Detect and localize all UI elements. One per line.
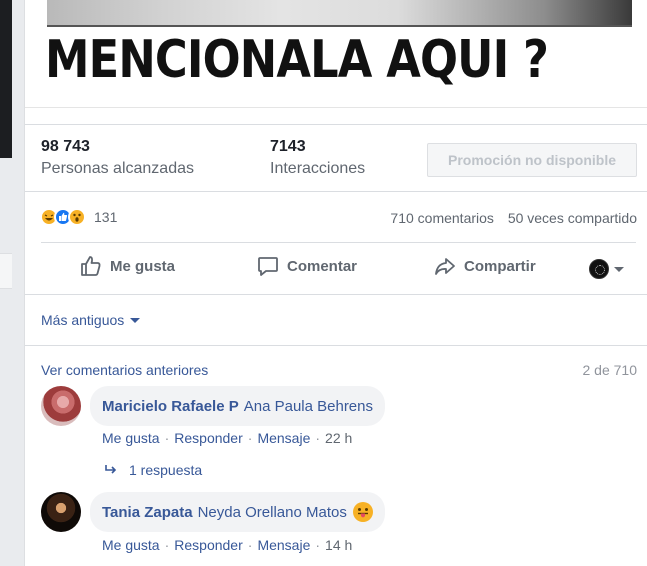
reach-stat[interactable]: 98 743 Personas alcanzadas [41, 138, 194, 178]
chevron-down-icon [130, 317, 141, 323]
comment-bubble: Tania Zapata Neyda Orellano Matos [90, 492, 385, 532]
comment-actions: Me gusta · Responder · Mensaje · 14 h [102, 537, 352, 553]
divider [25, 294, 647, 295]
comment-like-link[interactable]: Me gusta [102, 537, 160, 553]
engagement-stat[interactable]: 7143 Interacciones [270, 138, 365, 178]
comments-count-link[interactable]: 710 comentarios [390, 210, 494, 226]
divider [25, 124, 647, 125]
wow-reaction-icon [68, 208, 86, 226]
share-label: Compartir [464, 257, 536, 275]
share-arrow-icon [435, 258, 455, 275]
reach-value: 98 743 [41, 138, 90, 155]
separator-dot: · [315, 430, 321, 446]
comment-icon [258, 257, 278, 276]
left-column-dark-panel [0, 0, 12, 158]
post-card: MENCIONALA AQUI ? 98 743 Personas alcanz… [24, 0, 647, 566]
divider [25, 191, 647, 192]
avatar[interactable] [41, 492, 81, 532]
separator-dot: · [247, 430, 253, 446]
view-previous-comments-link[interactable]: Ver comentarios anteriores [41, 362, 208, 378]
divider [25, 345, 647, 346]
avatar[interactable] [41, 386, 81, 426]
reactions-summary[interactable]: 131 [40, 208, 117, 226]
separator-dot: · [247, 537, 253, 553]
engagement-counts: 710 comentarios 50 veces compartido [390, 210, 637, 226]
comment-timestamp[interactable]: 14 h [325, 537, 352, 553]
comment-message-link[interactable]: Mensaje [257, 430, 310, 446]
replies-count: 1 respuesta [129, 462, 203, 478]
tagged-user[interactable]: Neyda Orellano Matos [198, 504, 347, 521]
separator-dot: · [164, 430, 170, 446]
comment-timestamp[interactable]: 22 h [325, 430, 352, 446]
divider [41, 242, 636, 243]
comment-like-link[interactable]: Me gusta [102, 430, 160, 446]
reaction-count: 131 [94, 209, 118, 225]
post-caption: MENCIONALA AQUI ? [45, 30, 549, 90]
separator-dot: · [164, 537, 170, 553]
comment-sort-dropdown[interactable]: Más antiguos [41, 312, 141, 328]
comment-button[interactable]: Comentar [257, 255, 357, 277]
engagement-value: 7143 [270, 138, 306, 155]
tagged-user[interactable]: Ana Paula Behrens [244, 398, 373, 415]
comment-message-link[interactable]: Mensaje [257, 537, 310, 553]
like-label: Me gusta [110, 257, 176, 275]
comment-label: Comentar [287, 257, 358, 275]
photo-border [47, 25, 632, 27]
share-button[interactable]: Compartir [434, 255, 536, 277]
thumbs-up-icon [81, 256, 101, 276]
comment-page-count: 2 de 710 [582, 362, 638, 378]
like-button[interactable]: Me gusta [80, 255, 175, 277]
reach-label: Personas alcanzadas [41, 160, 194, 177]
comment-bubble: Maricielo Rafaele P Ana Paula Behrens [90, 386, 385, 426]
sort-label: Más antiguos [41, 312, 125, 328]
shares-count-link[interactable]: 50 veces compartido [508, 210, 637, 226]
promote-button: Promoción no disponible [427, 143, 637, 177]
post-image[interactable]: MENCIONALA AQUI ? [25, 0, 647, 108]
tongue-emoji-icon [352, 502, 373, 522]
view-replies-link[interactable]: 1 respuesta [105, 462, 202, 478]
separator-dot: · [315, 537, 321, 553]
chevron-down-icon [614, 266, 624, 272]
engagement-label: Interacciones [270, 160, 366, 177]
page-avatar-icon [589, 259, 609, 279]
comment-reply-link[interactable]: Responder [174, 537, 243, 553]
comment-author[interactable]: Maricielo Rafaele P [102, 398, 239, 415]
comment-reply-link[interactable]: Responder [174, 430, 243, 446]
post-photo [47, 0, 632, 25]
comment-actions: Me gusta · Responder · Mensaje · 22 h [102, 430, 352, 446]
comment-author[interactable]: Tania Zapata [102, 504, 193, 521]
left-column-card [0, 253, 12, 289]
page-identity-selector[interactable] [589, 259, 624, 279]
reply-arrow-icon [105, 465, 117, 474]
